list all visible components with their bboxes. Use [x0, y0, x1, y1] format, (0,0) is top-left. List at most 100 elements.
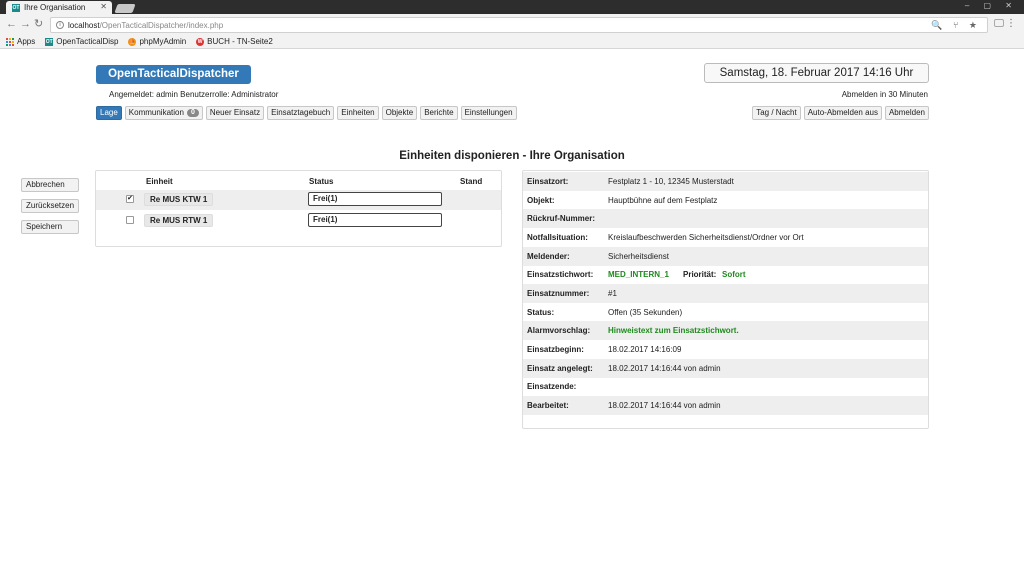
detail-label: Einsatzstichwort:	[527, 270, 594, 279]
detail-value: Sicherheitsdienst	[608, 252, 669, 261]
unit-status-select[interactable]: Frei(1)	[308, 192, 442, 206]
nav-neuer-einsatz[interactable]: Neuer Einsatz	[205, 106, 265, 120]
detail-row-object: Objekt: Hauptbühne auf dem Festplatz	[523, 191, 928, 210]
nav-berichte[interactable]: Berichte	[420, 106, 458, 120]
priority-label: Priorität:	[683, 270, 717, 279]
detail-value: 18.02.2017 14:16:44 von admin	[608, 401, 721, 410]
nav-label: Objekte	[385, 108, 414, 117]
otd-favicon-icon: OT	[45, 37, 54, 46]
detail-label: Rückruf-Nummer:	[527, 214, 596, 223]
message-count-badge: 0	[186, 109, 199, 117]
back-icon[interactable]: ←	[6, 18, 17, 30]
unit-status-select[interactable]: Frei(1)	[308, 213, 442, 227]
detail-row-status: Status: Offen (35 Sekunden)	[523, 303, 928, 322]
bookmark-label: phpMyAdmin	[139, 37, 187, 46]
logout-button[interactable]: Abmelden	[884, 106, 929, 120]
detail-row-start: Einsatzbeginn: 18.02.2017 14:16:09	[523, 340, 928, 359]
nav-kommunikation[interactable]: Kommunikation 0	[124, 106, 203, 120]
detail-value: 18.02.2017 14:16:44 von admin	[608, 364, 721, 373]
login-info: Angemeldet: admin Benutzerrolle: Adminis…	[109, 90, 279, 99]
nav-objekte[interactable]: Objekte	[381, 106, 418, 120]
bookmark-label: Apps	[17, 37, 36, 46]
detail-label: Notfallsituation:	[527, 233, 588, 242]
address-bar-actions[interactable]: 🔍 ⑂ ★	[931, 20, 981, 31]
new-tab-button[interactable]	[114, 4, 136, 13]
phpmyadmin-favicon-icon: ⛵	[128, 37, 137, 46]
nav-label: Einstellungen	[464, 108, 513, 117]
detail-value: 18.02.2017 14:16:09	[608, 345, 682, 354]
detail-label: Alarmvorschlag:	[527, 326, 591, 335]
current-datetime: Samstag, 18. Februar 2017 14:16 Uhr	[704, 63, 929, 83]
table-row: Re MUS RTW 1 Frei(1)	[96, 211, 501, 231]
url-host: localhost	[68, 20, 100, 30]
browser-tab[interactable]: OT Ihre Organisation ✕	[6, 1, 112, 14]
nav-einstellungen[interactable]: Einstellungen	[460, 106, 517, 120]
browser-toolbar: ← → ↻ i localhost/OpenTacticalDispatcher…	[0, 14, 1024, 35]
column-header-unit: Einheit	[146, 177, 173, 186]
detail-label: Einsatzbeginn:	[527, 345, 584, 354]
detail-label: Einsatznummer:	[527, 289, 590, 298]
reload-icon[interactable]: ↻	[34, 18, 43, 30]
bookmark-opentacticaldispatcher[interactable]: OT OpenTacticalDisp	[45, 37, 118, 46]
browser-tabstrip: OT Ihre Organisation ✕ – ▢ ✕	[0, 0, 1024, 14]
address-bar[interactable]: i localhost/OpenTacticalDispatcher/index…	[50, 17, 988, 33]
detail-row-emergency: Notfallsituation: Kreislaufbeschwerden S…	[523, 228, 928, 247]
detail-row-alarm: Alarmvorschlag: Hinweistext zum Einsatzs…	[523, 321, 928, 340]
detail-label: Einsatzort:	[527, 177, 569, 186]
bookmark-buch[interactable]: W BUCH - TN-Seite2	[196, 37, 273, 46]
side-actions: Abbrechen Zurücksetzen Speichern	[21, 178, 80, 234]
detail-value: Festplatz 1 - 10, 12345 Musterstadt	[608, 177, 734, 186]
url-path: /OpenTacticalDispatcher/index.php	[99, 20, 224, 30]
detail-row-location: Einsatzort: Festplatz 1 - 10, 12345 Must…	[523, 172, 928, 191]
detail-value: Offen (35 Sekunden)	[608, 308, 683, 317]
column-header-position: Stand	[460, 177, 483, 186]
save-button[interactable]: Speichern	[21, 220, 80, 234]
detail-value: Hauptbühne auf dem Festplatz	[608, 196, 718, 205]
site-info-icon[interactable]: i	[56, 21, 64, 29]
nav-lage[interactable]: Lage	[96, 106, 122, 120]
site-favicon-icon: OT	[12, 3, 20, 12]
nav-label: Einheiten	[341, 108, 375, 117]
nav-label: Tag / Nacht	[756, 108, 797, 117]
detail-row-edited: Bearbeitet: 18.02.2017 14:16:44 von admi…	[523, 396, 928, 415]
detail-value: #1	[608, 289, 617, 298]
extension-icon[interactable]	[994, 19, 1004, 27]
window-controls[interactable]: – ▢ ✕	[965, 1, 1018, 10]
reset-button[interactable]: Zurücksetzen	[21, 199, 80, 213]
nav-label: Neuer Einsatz	[209, 108, 261, 117]
brand-logo[interactable]: OpenTacticalDispatcher	[96, 65, 251, 84]
detail-row-keyword: Einsatzstichwort: MED_INTERN_1 Priorität…	[523, 265, 928, 284]
unit-name-button[interactable]: Re MUS KTW 1	[144, 193, 214, 206]
unit-select-checkbox[interactable]: ✔	[126, 195, 134, 203]
bookmark-apps[interactable]: Apps	[6, 37, 35, 46]
detail-label: Einsatz angelegt:	[527, 364, 593, 373]
unit-name-button[interactable]: Re MUS RTW 1	[144, 214, 214, 227]
detail-label: Meldender:	[527, 252, 570, 261]
table-row: ✔ Re MUS KTW 1 Frei(1)	[96, 190, 501, 210]
nav-label: Auto-Abmelden aus	[807, 108, 878, 117]
apps-grid-icon	[6, 37, 14, 46]
tab-title: Ihre Organisation	[24, 3, 86, 12]
auto-logout-off-button[interactable]: Auto-Abmelden aus	[803, 106, 882, 120]
forward-icon[interactable]: →	[20, 18, 31, 30]
main-nav: Lage Kommunikation 0 Neuer Einsatz Einsat…	[96, 106, 517, 120]
auto-logout-timer: Abmelden in 30 Minuten	[841, 90, 928, 99]
detail-row-created: Einsatz angelegt: 18.02.2017 14:16:44 vo…	[523, 359, 928, 378]
browser-menu-icon[interactable]: ⋮	[1006, 18, 1016, 30]
nav-einheiten[interactable]: Einheiten	[337, 106, 379, 120]
alarm-suggestion: Hinweistext zum Einsatzstichwort.	[608, 326, 739, 335]
detail-row-number: Einsatznummer: #1	[523, 284, 928, 303]
nav-einsatztagebuch[interactable]: Einsatztagebuch	[267, 106, 335, 120]
bookmark-phpmyadmin[interactable]: ⛵ phpMyAdmin	[128, 37, 186, 46]
detail-value: Kreislaufbeschwerden Sicherheitsdienst/O…	[608, 233, 804, 242]
buch-favicon-icon: W	[196, 37, 205, 46]
cancel-button[interactable]: Abbrechen	[21, 178, 80, 192]
incident-keyword: MED_INTERN_1	[608, 270, 669, 279]
detail-label: Status:	[527, 308, 555, 317]
nav-label: Berichte	[424, 108, 454, 117]
day-night-toggle-button[interactable]: Tag / Nacht	[752, 106, 801, 120]
nav-label: Einsatztagebuch	[271, 108, 331, 117]
unit-select-checkbox[interactable]	[126, 216, 134, 224]
tab-close-icon[interactable]: ✕	[100, 2, 107, 11]
detail-label: Bearbeitet:	[527, 401, 569, 410]
